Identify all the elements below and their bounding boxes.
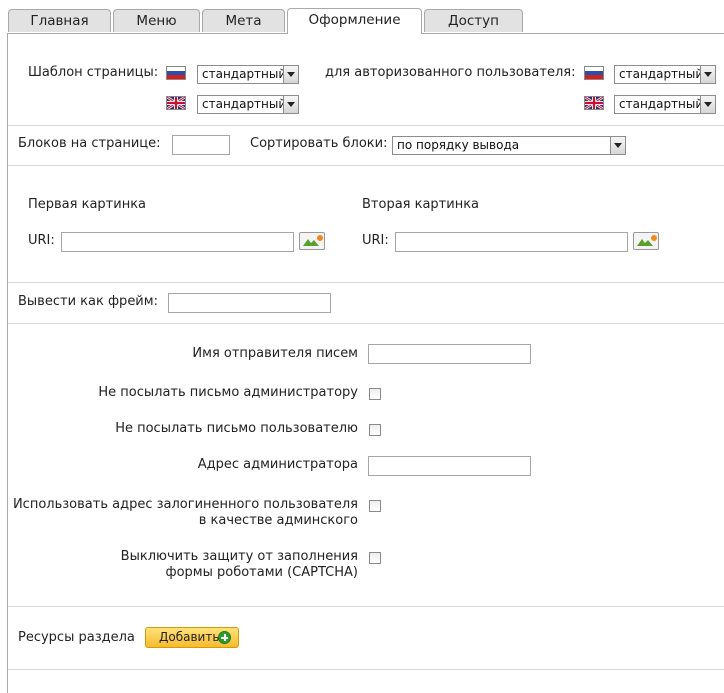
sort-blocks-label: Сортировать блоки: bbox=[250, 136, 388, 151]
frame-label: Вывести как фрейм: bbox=[18, 294, 158, 309]
sender-name-label: Имя отправителя писем bbox=[192, 346, 358, 361]
no-user-mail-checkbox[interactable] bbox=[369, 424, 381, 436]
image-picker-icon[interactable] bbox=[299, 232, 325, 250]
blocks-count-input[interactable] bbox=[172, 135, 230, 155]
chevron-down-icon bbox=[700, 66, 715, 83]
blocks-count-label: Блоков на странице: bbox=[18, 136, 161, 151]
auth-template-select-ru-value: стандартный bbox=[619, 67, 704, 81]
auth-template-select-ru[interactable]: стандартный bbox=[614, 65, 716, 84]
chevron-down-icon bbox=[700, 96, 715, 113]
auth-template-select-en-value: стандартный bbox=[619, 97, 704, 111]
tab-main[interactable]: Главная bbox=[8, 9, 111, 32]
first-uri-label: URI: bbox=[28, 233, 55, 248]
chevron-down-icon bbox=[610, 137, 625, 154]
divider bbox=[8, 125, 724, 126]
frame-input[interactable] bbox=[168, 293, 331, 313]
resources-label: Ресурсы раздела bbox=[18, 630, 135, 645]
template-select-en[interactable]: стандартный bbox=[197, 95, 299, 114]
uk-flag-icon bbox=[584, 96, 604, 110]
no-user-mail-label: Не посылать письмо пользователю bbox=[115, 421, 358, 436]
auth-template-select-en[interactable]: стандартный bbox=[614, 95, 716, 114]
template-select-ru-value: стандартный bbox=[202, 67, 287, 81]
no-admin-mail-label: Не посылать письмо администратору bbox=[98, 385, 358, 400]
divider bbox=[8, 165, 724, 166]
tab-access[interactable]: Доступ bbox=[424, 9, 523, 32]
no-admin-mail-checkbox[interactable] bbox=[369, 388, 381, 400]
first-image-uri-input[interactable] bbox=[61, 232, 294, 252]
tab-design[interactable]: Оформление bbox=[287, 8, 422, 34]
divider bbox=[8, 323, 724, 324]
russian-flag-icon bbox=[166, 66, 186, 80]
second-image-label: Вторая картинка bbox=[362, 197, 480, 212]
divider bbox=[8, 282, 724, 283]
template-label: Шаблон страницы: bbox=[28, 65, 159, 80]
captcha-label-line1: Выключить защиту от заполнения bbox=[120, 549, 358, 564]
second-image-uri-input[interactable] bbox=[395, 232, 628, 252]
template-select-ru[interactable]: стандартный bbox=[197, 65, 299, 84]
divider bbox=[8, 669, 724, 670]
add-resource-button-label: Добавить bbox=[159, 630, 220, 644]
second-uri-label: URI: bbox=[362, 233, 389, 248]
sender-name-input[interactable] bbox=[368, 344, 531, 364]
admin-address-label: Адрес администратора bbox=[197, 457, 358, 472]
tab-meta[interactable]: Мета bbox=[202, 9, 285, 32]
use-login-address-label-line1: Использовать адрес залогиненного пользов… bbox=[12, 497, 358, 512]
plus-icon bbox=[218, 631, 231, 644]
first-image-label: Первая картинка bbox=[28, 197, 147, 212]
divider bbox=[8, 606, 724, 607]
uk-flag-icon bbox=[166, 96, 186, 110]
template-select-en-value: стандартный bbox=[202, 97, 287, 111]
chevron-down-icon bbox=[283, 96, 298, 113]
tab-panel bbox=[7, 33, 724, 693]
sort-blocks-select-value: по порядку вывода bbox=[397, 138, 520, 152]
sort-blocks-select[interactable]: по порядку вывода bbox=[392, 136, 626, 155]
use-login-address-checkbox[interactable] bbox=[369, 500, 381, 512]
auth-template-label: для авторизованного пользователя: bbox=[325, 65, 576, 80]
tab-menu[interactable]: Меню bbox=[113, 9, 200, 32]
disable-captcha-checkbox[interactable] bbox=[369, 552, 381, 564]
chevron-down-icon bbox=[283, 66, 298, 83]
admin-address-input[interactable] bbox=[368, 456, 531, 476]
russian-flag-icon bbox=[584, 66, 604, 80]
use-login-address-label-line2: в качестве админского bbox=[198, 513, 358, 528]
add-resource-button[interactable]: Добавить bbox=[145, 627, 239, 648]
captcha-label-line2: формы роботами (CAPTCHA) bbox=[165, 565, 358, 580]
image-picker-icon[interactable] bbox=[633, 232, 659, 250]
